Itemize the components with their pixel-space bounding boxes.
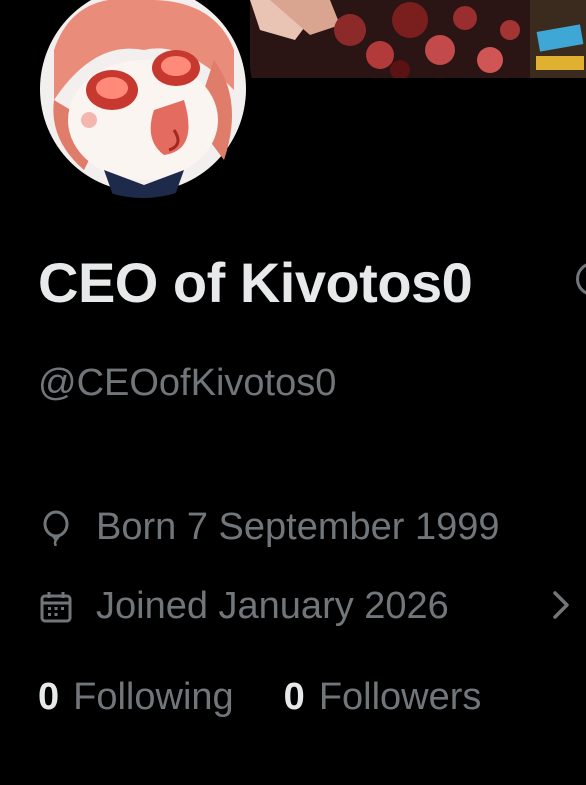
joined-row[interactable]: Joined January 2026 — [38, 585, 449, 628]
following-count: 0 — [38, 676, 60, 718]
follow-stats: 0 Following 0 Followers — [38, 676, 481, 719]
verified-badge-icon[interactable] — [576, 262, 586, 296]
chevron-right-icon[interactable] — [548, 587, 574, 623]
birthdate-text: Born 7 September 1999 — [96, 506, 500, 548]
following-link[interactable]: 0 Following — [38, 676, 234, 719]
followers-link[interactable]: 0 Followers — [284, 676, 482, 719]
balloon-icon — [38, 510, 74, 547]
display-name: CEO of Kivotos0 — [38, 251, 473, 314]
followers-label: Followers — [318, 676, 482, 718]
joined-text: Joined January 2026 — [96, 585, 449, 627]
calendar-icon — [38, 589, 74, 625]
profile-handle: @CEOofKivotos0 — [38, 362, 337, 404]
profile-banner[interactable] — [250, 0, 586, 78]
followers-count: 0 — [283, 676, 305, 718]
profile-avatar[interactable] — [34, 0, 252, 198]
birthdate-row: Born 7 September 1999 — [38, 506, 500, 549]
following-label: Following — [73, 676, 234, 718]
